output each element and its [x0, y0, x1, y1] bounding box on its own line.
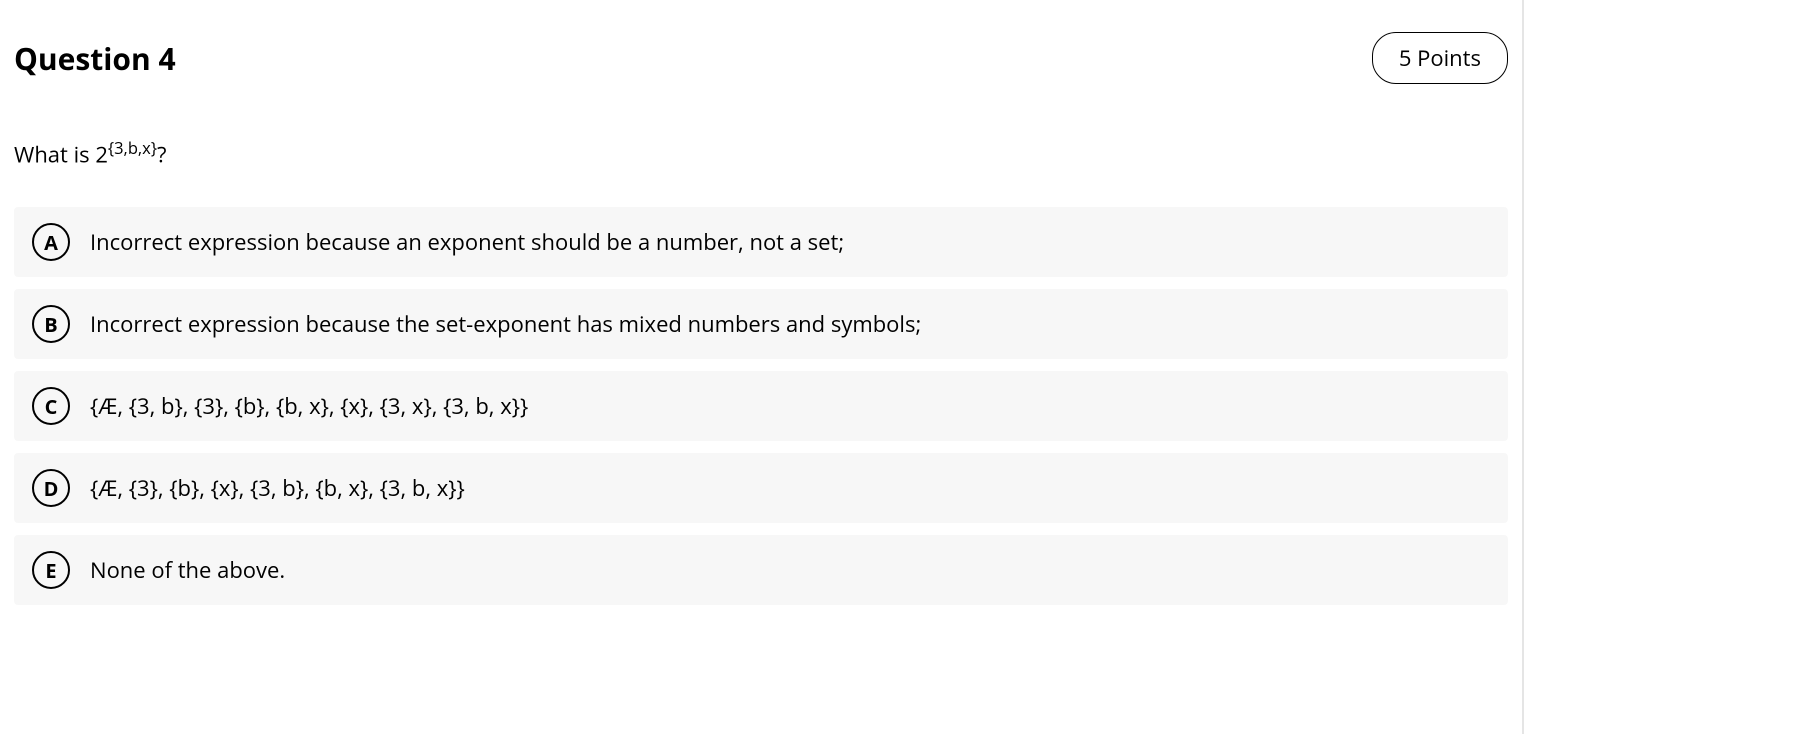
option-b[interactable]: B Incorrect expression because the set-e… [14, 289, 1508, 359]
question-prompt: What is 2{3,b,x}? [14, 136, 1508, 169]
question-container: Question 4 5 Points What is 2{3,b,x}? A … [0, 0, 1524, 734]
prompt-prefix: What is 2 [14, 139, 108, 169]
option-d[interactable]: D {Æ, {3}, {b}, {x}, {3, b}, {b, x}, {3,… [14, 453, 1508, 523]
option-text: {Æ, {3, b}, {3}, {b}, {b, x}, {x}, {3, x… [90, 391, 528, 421]
option-a[interactable]: A Incorrect expression because an expone… [14, 207, 1508, 277]
prompt-suffix: ? [157, 139, 167, 169]
option-letter: E [32, 551, 70, 589]
option-letter: B [32, 305, 70, 343]
option-letter: C [32, 387, 70, 425]
option-letter: A [32, 223, 70, 261]
question-header: Question 4 5 Points [14, 32, 1508, 84]
option-text: Incorrect expression because the set-exp… [90, 309, 921, 339]
option-letter: D [32, 469, 70, 507]
question-title: Question 4 [14, 38, 176, 79]
option-e[interactable]: E None of the above. [14, 535, 1508, 605]
points-badge: 5 Points [1372, 32, 1508, 84]
prompt-exponent: {3,b,x} [108, 136, 157, 159]
option-text: Incorrect expression because an exponent… [90, 227, 844, 257]
option-text: None of the above. [90, 555, 285, 585]
option-text: {Æ, {3}, {b}, {x}, {3, b}, {b, x}, {3, b… [90, 473, 465, 503]
option-c[interactable]: C {Æ, {3, b}, {3}, {b}, {b, x}, {x}, {3,… [14, 371, 1508, 441]
options-list: A Incorrect expression because an expone… [14, 207, 1508, 605]
